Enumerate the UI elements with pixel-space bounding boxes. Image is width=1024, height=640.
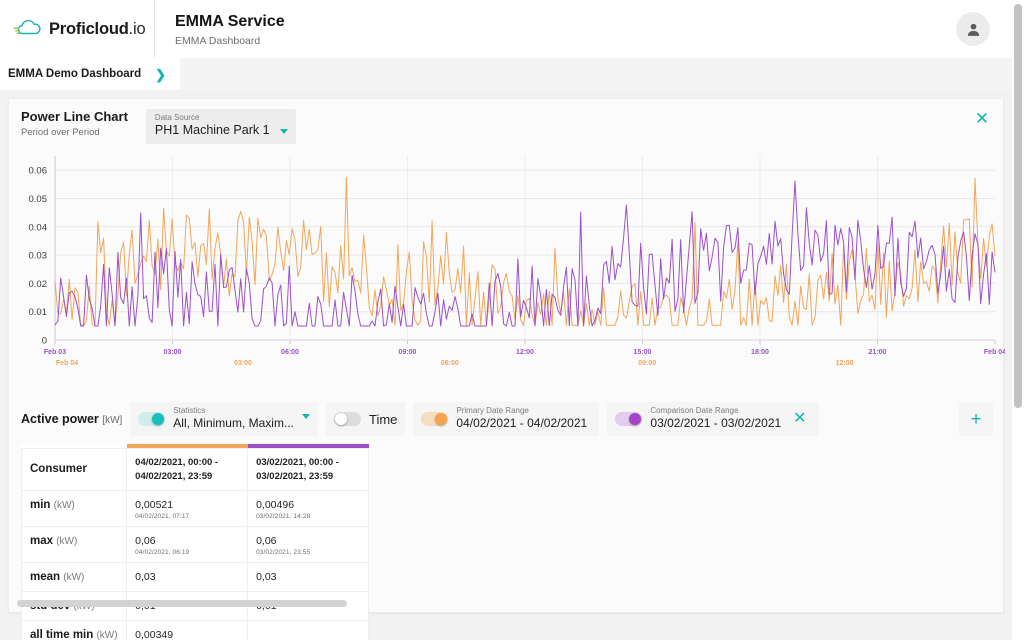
chart-area: 0 0.01 0.02 0.03 0.04 0.05 0.06 Feb 03 03:00 06:0…	[9, 148, 1005, 396]
series-label: Active power [kW]	[21, 412, 123, 427]
x-tick-label-primary: 21:00	[869, 349, 887, 356]
chart-title: Power Line Chart	[21, 109, 128, 124]
dashboard-content: Power Line Chart Period over Period Data…	[0, 90, 1012, 640]
data-source-label: Data Source	[154, 113, 200, 122]
primary-range-label: Primary Date Range	[456, 406, 529, 416]
user-icon	[967, 23, 979, 36]
primary-range-toggle[interactable]	[421, 412, 449, 427]
chart-subtitle: Period over Period	[21, 126, 100, 138]
top-bar: Proficloud.io EMMA Service EMMA Dashboar…	[0, 0, 1012, 58]
comparison-date-range-control[interactable]: Comparison Date Range 03/02/2021 - 03/02…	[607, 402, 819, 437]
table-row-label-2: mean (kW)	[20, 561, 128, 592]
table-cell-1-0: 0,06 04/02/2021, 06:19	[126, 525, 249, 563]
comparison-range-field[interactable]: Comparison Date Range 03/02/2021 - 03/02…	[650, 406, 781, 432]
page-subtitle: EMMA Dashboard	[175, 34, 261, 47]
comparison-range-toggle[interactable]	[615, 412, 643, 427]
time-label: Time	[368, 411, 398, 427]
table-cell-0-1: 0,00496 03/02/2021, 14:28	[247, 489, 369, 527]
x-tick-label-primary: 09:00	[399, 349, 417, 356]
table-cell-2-1: 0,03	[247, 561, 369, 592]
time-control[interactable]: Time	[325, 402, 406, 437]
comparison-range-value: 03/02/2021 - 03/02/2021	[650, 416, 782, 431]
chart-title-block: Power Line Chart Period over Period	[21, 109, 128, 138]
x-tick-label-comparison: 09:00	[638, 360, 656, 367]
data-source-value: PH1 Machine Park 1	[154, 123, 270, 138]
power-line-chart[interactable]: 0 0.01 0.02 0.03 0.04 0.05 0.06 Feb 03 03:00 06:0…	[9, 148, 1005, 396]
y-tick-label: 0.02	[29, 279, 48, 290]
cloud-icon	[12, 17, 42, 41]
primary-range-field[interactable]: Primary Date Range 04/02/2021 - 04/02/20…	[456, 406, 587, 432]
chevron-down-icon[interactable]	[279, 129, 288, 135]
statistics-value: All, Minimum, Maxim...	[173, 416, 294, 431]
table-row: min (kW) 0,00521 04/02/2021, 07:17 0,00496 0…	[20, 489, 369, 527]
x-tick-label-primary: 12:00	[516, 349, 534, 356]
x-tick-label-comparison: 03:00	[234, 360, 252, 367]
vertical-scrollbar[interactable]	[1014, 4, 1022, 636]
table-row: all time min (kW)0,0034907/11/2020, 04:2…	[20, 619, 369, 640]
y-tick-label: 0	[42, 336, 47, 347]
page-title: EMMA Service	[175, 12, 285, 30]
table-row-label-1: max (kW)	[20, 525, 128, 563]
y-tick-label: 0.06	[29, 166, 48, 177]
add-series-button[interactable]: +	[959, 402, 993, 437]
table-row: max (kW) 0,06 04/02/2021, 06:19 0,06 03/02/2…	[20, 525, 369, 563]
table-row-label-0: min (kW)	[20, 489, 128, 527]
table-row: mean (kW) 0,03 0,03	[20, 561, 369, 592]
y-tick-label: 0.05	[29, 194, 48, 205]
table-cell-2-0: 0,03	[126, 561, 249, 592]
table-cell-4-0: 0,0034907/11/2020, 04:26	[126, 619, 249, 640]
x-tick-label-primary: Feb 04	[984, 349, 1005, 356]
clear-comparison-icon[interactable]: ✕	[789, 411, 810, 427]
vertical-scrollbar-thumb[interactable]	[1014, 4, 1022, 408]
primary-range-value: 04/02/2021 - 04/02/2021	[456, 416, 588, 431]
chevron-right-icon[interactable]: ❯	[155, 68, 166, 81]
table-cell-4-1	[247, 619, 369, 640]
brand-logo-area[interactable]: Proficloud.io	[0, 0, 155, 58]
x-tick-label-comparison: Feb 04	[56, 360, 78, 367]
breadcrumb-item-emma-demo-dashboard[interactable]: EMMA Demo Dashboard ❯	[0, 58, 181, 90]
card-header: Power Line Chart Period over Period Data…	[9, 99, 1003, 145]
power-line-chart-card: Power Line Chart Period over Period Data…	[8, 98, 1005, 640]
x-tick-label-primary: Feb 03	[44, 349, 66, 356]
primary-date-range-control[interactable]: Primary Date Range 04/02/2021 - 04/02/20…	[413, 402, 600, 437]
statistics-table: Consumer 04/02/2021, 00:00 -04/02/2021, 2…	[20, 444, 369, 640]
time-toggle[interactable]	[333, 412, 361, 427]
horizontal-scrollbar[interactable]	[17, 600, 1013, 607]
x-tick-label-comparison: 06:00	[441, 360, 459, 367]
x-tick-label-primary: 06:00	[281, 349, 299, 356]
table-corner-label: Consumer	[20, 448, 128, 491]
data-source-select[interactable]: Data Source PH1 Machine Park 1	[145, 109, 296, 145]
data-source-select-inner: Data Source PH1 Machine Park 1	[155, 113, 270, 139]
close-icon[interactable]: ✕	[973, 110, 991, 128]
header-title-block: EMMA Service EMMA Dashboard	[155, 12, 285, 47]
x-tick-label-primary: 18:00	[751, 349, 769, 356]
chevron-down-icon[interactable]	[301, 414, 310, 420]
statistics-table-body: Consumer 04/02/2021, 00:00 -04/02/2021, 2…	[20, 444, 369, 640]
horizontal-scrollbar-thumb[interactable]	[17, 600, 347, 607]
table-cell-1-1: 0,06 03/02/2021, 23:55	[247, 525, 369, 563]
x-tick-label-comparison: 12:00	[836, 360, 854, 367]
y-tick-label: 0.04	[29, 222, 48, 233]
y-tick-label: 0.03	[29, 251, 48, 262]
table-header-row: Consumer 04/02/2021, 00:00 -04/02/2021, 2…	[20, 448, 369, 491]
brand-name: Proficloud.io	[49, 19, 146, 38]
table-column-header-0: 04/02/2021, 00:00 -04/02/2021, 23:59	[126, 448, 249, 491]
table-cell-0-0: 0,00521 04/02/2021, 07:17	[126, 489, 249, 527]
comparison-range-label: Comparison Date Range	[650, 406, 739, 416]
avatar[interactable]	[956, 12, 990, 46]
table-row-label-4: all time min (kW)	[20, 619, 128, 640]
y-tick-label: 0.01	[29, 307, 48, 318]
chart-controls: Active power [kW] Statistics All, Minimu…	[9, 396, 1003, 437]
x-tick-label-primary: 03:00	[164, 349, 182, 356]
x-tick-label-primary: 15:00	[634, 349, 652, 356]
breadcrumb-label: EMMA Demo Dashboard	[8, 68, 142, 80]
statistics-control[interactable]: Statistics All, Minimum, Maxim...	[130, 402, 318, 437]
app-root: Proficloud.io EMMA Service EMMA Dashboar…	[0, 0, 1024, 640]
breadcrumb: EMMA Demo Dashboard ❯	[0, 58, 1012, 90]
statistics-select[interactable]: Statistics All, Minimum, Maxim...	[173, 406, 294, 432]
statistics-toggle[interactable]	[138, 412, 166, 427]
table-column-header-1: 03/02/2021, 00:00 -03/02/2021, 23:59	[247, 448, 369, 491]
statistics-label: Statistics	[173, 406, 206, 416]
